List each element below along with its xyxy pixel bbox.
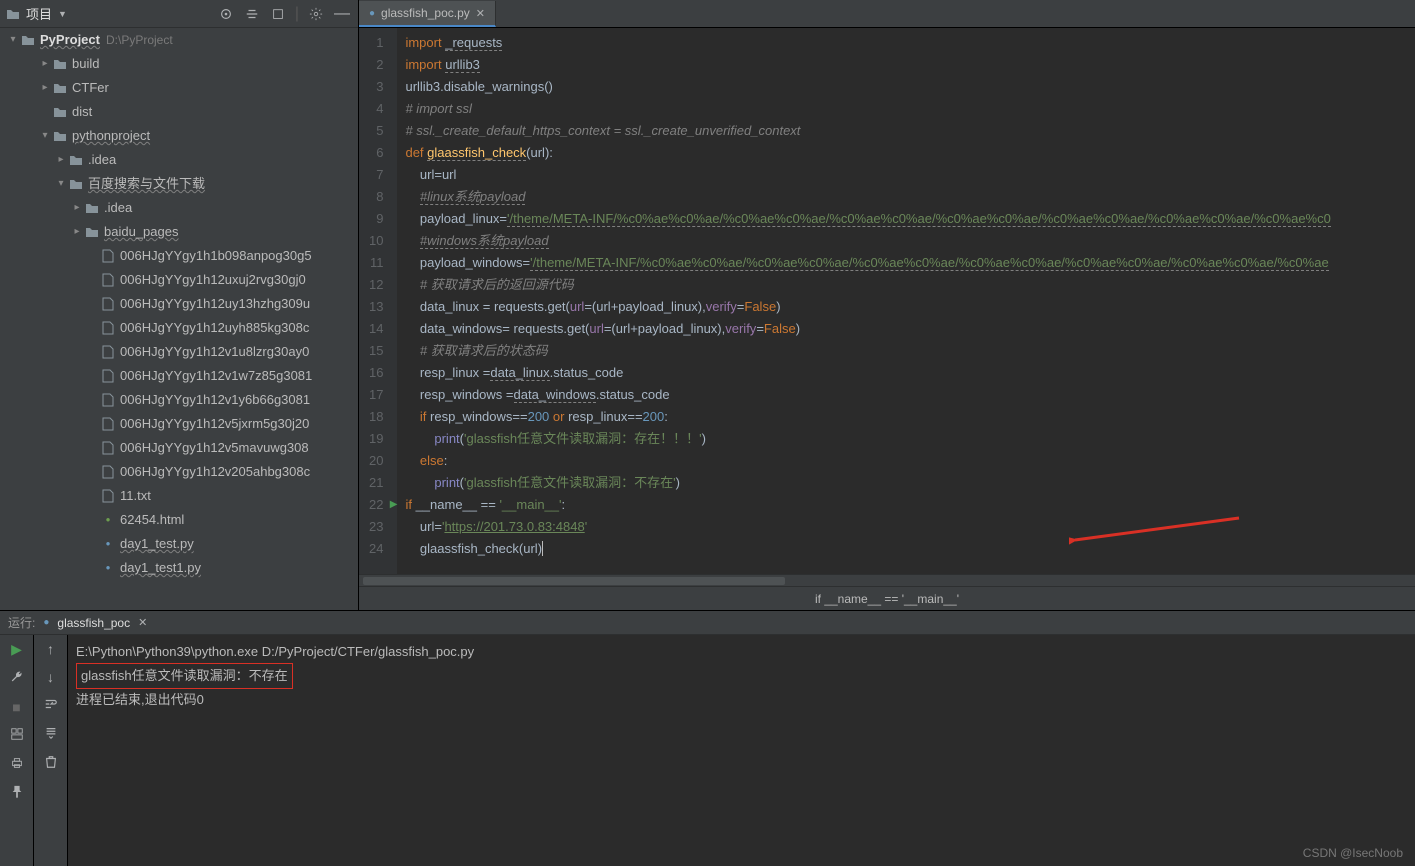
target-icon[interactable] [216, 4, 236, 24]
sidebar-header: 项目 ▼ | — [0, 0, 358, 28]
tree-item[interactable]: 006HJgYYgy1h12v5mavuwg308 [0, 436, 358, 460]
tree-item[interactable]: 006HJgYYgy1h12uxuj2rvg30gj0 [0, 268, 358, 292]
run-config-name[interactable]: glassfish_poc [57, 616, 130, 630]
folder-icon [6, 7, 20, 21]
tree-item[interactable]: 006HJgYYgy1h12v1y6b66g3081 [0, 388, 358, 412]
tree-item[interactable]: 006HJgYYgy1h1b098anpog30g5 [0, 244, 358, 268]
tree-item[interactable]: pythonproject [0, 124, 358, 148]
tree-item[interactable]: CTFer [0, 76, 358, 100]
tree-item[interactable]: 006HJgYYgy1h12v1w7z85g3081 [0, 364, 358, 388]
tree-item[interactable]: build [0, 52, 358, 76]
tree-item[interactable]: 62454.html [0, 508, 358, 532]
tree-item[interactable]: dist [0, 100, 358, 124]
minimize-icon[interactable]: — [332, 4, 352, 24]
run-tab-bar: 运行: ● glassfish_poc ✕ [0, 611, 1415, 635]
down-arrow-icon[interactable]: ↓ [47, 669, 54, 685]
tree-item[interactable]: 006HJgYYgy1h12uy13hzhg309u [0, 292, 358, 316]
gear-icon[interactable] [306, 4, 326, 24]
tree-item[interactable]: day1_test1.py [0, 556, 358, 580]
layout-icon[interactable] [10, 727, 24, 744]
tab-label: glassfish_poc.py [381, 6, 470, 20]
divider: | [294, 4, 300, 24]
console-output[interactable]: E:\Python\Python39\python.exe D:/PyProje… [68, 635, 1415, 866]
wrench-icon[interactable] [10, 670, 24, 687]
editor-tabs: ● glassfish_poc.py ✕ [359, 0, 1415, 28]
tree-item[interactable]: 11.txt [0, 484, 358, 508]
tree-item[interactable]: day1_test.py [0, 532, 358, 556]
run-toolbar-left: ▶ ■ [0, 635, 34, 866]
python-icon: ● [369, 8, 375, 19]
gutter: 12345678910111213141516171819202122▶2324 [359, 28, 397, 574]
folder-icon [20, 32, 36, 48]
code-area[interactable]: 12345678910111213141516171819202122▶2324… [359, 28, 1415, 574]
tree-item[interactable]: 006HJgYYgy1h12uyh885kg308c [0, 316, 358, 340]
close-icon[interactable]: ✕ [138, 616, 147, 629]
python-icon: ● [43, 617, 49, 628]
chevron-down-icon[interactable]: ▼ [58, 9, 67, 19]
breadcrumb[interactable]: if __name__ == '__main__' [359, 586, 1415, 610]
root-label: PyProject [40, 28, 100, 52]
pin-icon[interactable] [10, 785, 24, 802]
tree-item[interactable]: 百度搜索与文件下载 [0, 172, 358, 196]
editor-pane: ● glassfish_poc.py ✕ 1234567891011121314… [359, 0, 1415, 610]
close-icon[interactable]: ✕ [476, 7, 485, 20]
run-toolbar-right: ↑ ↓ [34, 635, 68, 866]
run-label: 运行: [8, 614, 35, 631]
editor-tab[interactable]: ● glassfish_poc.py ✕ [359, 1, 496, 27]
tree-item[interactable]: 006HJgYYgy1h12v5jxrm5g30j20 [0, 412, 358, 436]
tree-item[interactable]: 006HJgYYgy1h12v205ahbg308c [0, 460, 358, 484]
tree-item[interactable]: baidu_pages [0, 220, 358, 244]
play-icon[interactable]: ▶ [11, 641, 22, 658]
scroll-end-icon[interactable] [44, 726, 58, 743]
up-arrow-icon[interactable]: ↑ [47, 641, 54, 657]
collapse-icon[interactable] [268, 4, 288, 24]
h-scrollbar[interactable] [363, 577, 785, 585]
print-icon[interactable] [10, 756, 24, 773]
expand-icon[interactable] [242, 4, 262, 24]
project-sidebar: 项目 ▼ | — PyProject D:\PyProject buildCTF… [0, 0, 359, 610]
tree-item[interactable]: .idea [0, 148, 358, 172]
breadcrumb-text: if __name__ == '__main__' [815, 592, 959, 606]
watermark: CSDN @IsecNoob [1303, 846, 1403, 860]
trash-icon[interactable] [44, 755, 58, 772]
tree-item[interactable]: .idea [0, 196, 358, 220]
project-title: 项目 [26, 4, 52, 23]
project-tree[interactable]: PyProject D:\PyProject buildCTFerdistpyt… [0, 28, 358, 610]
stop-icon[interactable]: ■ [12, 699, 20, 715]
code-content[interactable]: import _requestsimport urllib3urllib3.di… [397, 28, 1415, 574]
run-panel: 运行: ● glassfish_poc ✕ ▶ ■ ↑ ↓ E:\Python\… [0, 611, 1415, 866]
root-path: D:\PyProject [106, 28, 173, 52]
tree-root[interactable]: PyProject D:\PyProject [0, 28, 358, 52]
tree-item[interactable]: 006HJgYYgy1h12v1u8lzrg30ay0 [0, 340, 358, 364]
soft-wrap-icon[interactable] [44, 697, 58, 714]
